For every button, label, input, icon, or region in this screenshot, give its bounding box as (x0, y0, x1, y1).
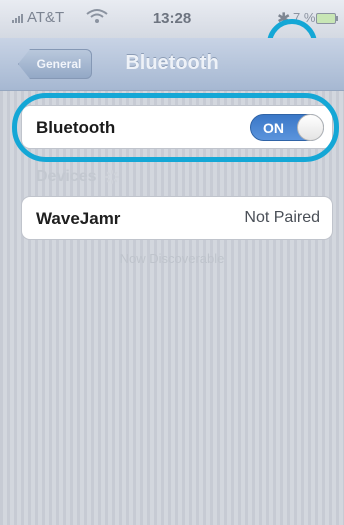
navigation-bar: General Bluetooth (0, 38, 344, 91)
device-row[interactable]: WaveJamr Not Paired (21, 196, 333, 240)
device-name: WaveJamr (36, 209, 121, 228)
battery-icon (316, 13, 338, 24)
page-title: Bluetooth (125, 52, 219, 74)
discoverable-status: Now Discoverable (119, 251, 225, 266)
annotation-highlight (12, 93, 339, 162)
spinner-icon (104, 170, 119, 184)
devices-header-label: Devices (36, 168, 97, 185)
device-pair-status: Not Paired (244, 209, 320, 226)
screen: AT&T 13:28 ✱ 7 % General Bluetooth Bluet… (0, 0, 344, 525)
devices-section-header: Devices (36, 168, 119, 186)
